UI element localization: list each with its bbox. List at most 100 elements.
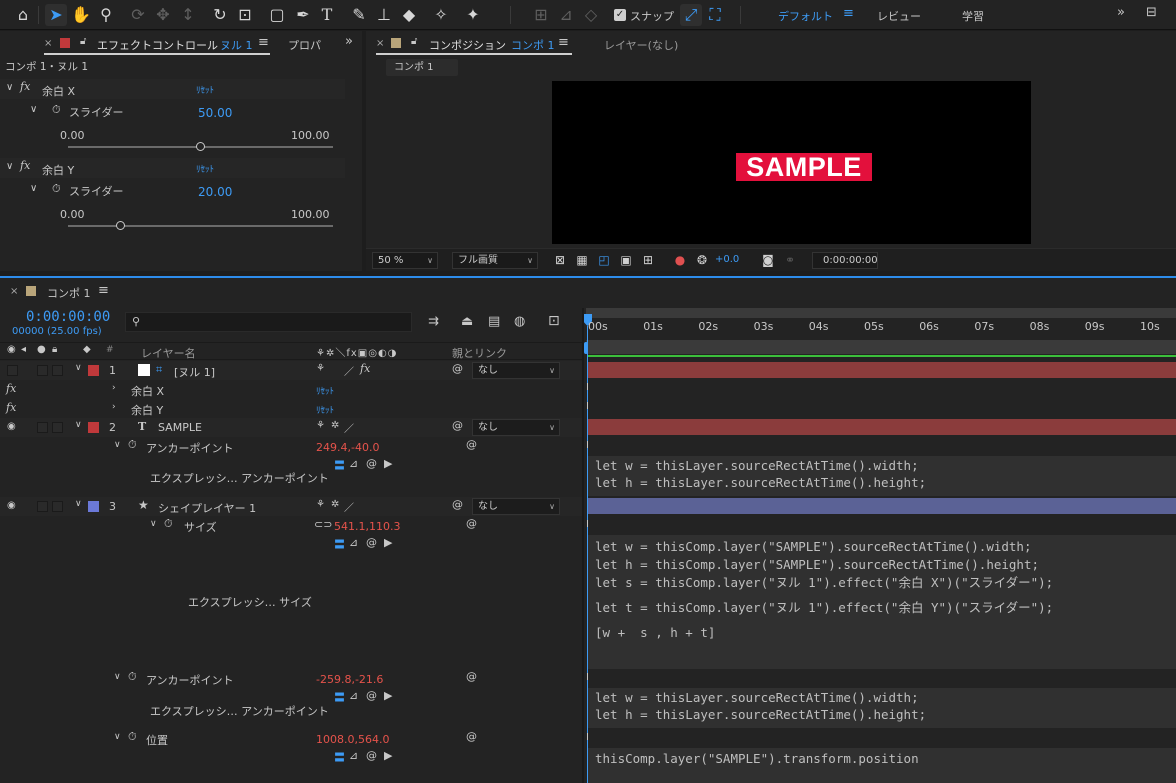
current-time-field[interactable]: 0:00:00:00 [812, 252, 878, 269]
property-row-position[interactable]: ∨ ⏱ 位置 1008.0,564.0 @ [0, 729, 582, 748]
expression-text[interactable]: let w = thisLayer.sourceRectAtTime().wid… [595, 690, 926, 722]
snap-features-icon[interactable]: ⛶ [704, 4, 726, 26]
stopwatch-icon[interactable]: ⏱ [52, 103, 61, 117]
expand-chevron-icon[interactable]: › [112, 383, 116, 393]
property-value[interactable]: 1008.0,564.0 [316, 733, 389, 746]
tab-timeline-comp[interactable]: コンポ 1 [47, 285, 91, 301]
fx-icon[interactable]: fx [20, 80, 30, 93]
layer-bar-null[interactable] [588, 362, 1176, 378]
panel-menu-icon[interactable]: ≡ [558, 35, 569, 50]
quality-switch-icon[interactable]: ／ [344, 420, 354, 435]
pickwhip-icon[interactable]: @ [452, 498, 463, 511]
layer-row-shape[interactable]: ◉ ∨ 3 ★ シェイプレイヤー 1 ⚘ ✲ ／ @ なし ∨ [0, 497, 582, 516]
reset-link[interactable]: ﾘｾｯﾄ [196, 83, 214, 96]
expression-graph-icon[interactable]: ⊿ [349, 749, 358, 762]
shy-switch-icon[interactable]: ⚘ [316, 499, 325, 510]
stopwatch-icon[interactable]: ⏱ [128, 670, 137, 684]
pickwhip-icon[interactable]: @ [466, 517, 477, 530]
search-help-icon[interactable]: ⊟ [1146, 5, 1157, 20]
snap-edges-icon[interactable]: ⤢ [680, 4, 702, 26]
tab-comp-name[interactable]: コンポ 1 [511, 37, 555, 53]
label-tag-icon[interactable]: ◆ [83, 344, 91, 355]
mask-visibility-icon[interactable]: ◰ [596, 253, 612, 268]
transparency-grid-icon[interactable]: ▦ [574, 253, 590, 268]
axis-world-icon[interactable]: ⊿ [555, 4, 577, 26]
fast-preview-icon[interactable]: ⊠ [552, 253, 568, 268]
fx-icon[interactable]: fx [20, 159, 30, 172]
expand-chevron-icon[interactable]: ∨ [114, 440, 121, 450]
effect-row-margin-x[interactable]: fx › 余白 X ﾘｾｯﾄ [0, 380, 582, 399]
rotation-tool-icon[interactable]: ↻ [209, 4, 231, 26]
roto-brush-icon[interactable]: ✧ [430, 4, 452, 26]
property-row-anchor[interactable]: ∨ ⏱ アンカーポイント 249.4,-40.0 @ [0, 437, 582, 456]
motion-blur-icon[interactable]: ◍ [514, 314, 525, 329]
expand-chevron-icon[interactable]: ∨ [114, 732, 121, 742]
shy-switch-icon[interactable]: ⚘ [316, 420, 325, 431]
snap-checkbox[interactable]: ✓ [614, 9, 626, 21]
axis-local-icon[interactable]: ⊞ [530, 4, 552, 26]
expression-enable-icon[interactable]: 〓 [334, 749, 345, 765]
visibility-eye-icon[interactable]: ◉ [7, 500, 16, 511]
link-icon[interactable]: ⊂⊃ [314, 518, 332, 531]
layer-row-sample[interactable]: ◉ ∨ 2 T SAMPLE ⚘ ✲ ／ @ なし ∨ [0, 418, 582, 437]
work-area-bar[interactable] [586, 308, 1176, 318]
selection-tool-icon[interactable]: ➤ [45, 4, 67, 26]
draft-3d-icon[interactable]: ⏏ [461, 314, 473, 329]
slider-track[interactable] [68, 225, 333, 227]
pan-camera-icon[interactable]: ✥ [152, 4, 174, 26]
lock-icon[interactable]: 🔓︎ [411, 36, 417, 47]
composition-viewer[interactable]: SAMPLE [552, 81, 1031, 244]
expand-chevron-icon[interactable]: ∨ [30, 183, 37, 194]
type-tool-icon[interactable]: T [316, 4, 338, 26]
stopwatch-icon[interactable]: ⏱ [52, 182, 61, 196]
layer-name[interactable]: [ヌル 1] [174, 364, 215, 380]
property-value[interactable]: 541.1,110.3 [334, 520, 400, 533]
flowchart-comp-tab[interactable]: コンポ 1 [386, 59, 458, 76]
rectangle-tool-icon[interactable]: ▢ [266, 4, 288, 26]
expression-graph-icon[interactable]: ⊿ [349, 689, 358, 702]
collapse-switch-icon[interactable]: ✲ [331, 499, 339, 510]
label-color[interactable] [88, 501, 99, 512]
expand-chevron-icon[interactable]: ∨ [150, 519, 157, 529]
stopwatch-icon[interactable]: ⏱ [128, 438, 137, 452]
layer-name-header[interactable]: レイヤー名 [141, 345, 196, 361]
graph-editor-icon[interactable]: ⊡ [548, 313, 560, 329]
fx-icon[interactable]: fx [6, 401, 16, 414]
slider-value[interactable]: 20.00 [198, 185, 232, 199]
expand-chevron-icon[interactable]: ∨ [75, 363, 82, 373]
property-value[interactable]: -259.8,-21.6 [316, 673, 383, 686]
tab-effect-layer[interactable]: ヌル 1 [220, 37, 253, 53]
expand-chevron-icon[interactable]: ∨ [75, 499, 82, 509]
slider-value[interactable]: 50.00 [198, 106, 232, 120]
expand-chevron-icon[interactable]: ∨ [6, 82, 13, 93]
more-workspaces-icon[interactable]: » [1117, 5, 1125, 20]
expression-language-icon[interactable]: ▶ [384, 689, 392, 702]
layer-row-null[interactable]: ∨ 1 ⌗ [ヌル 1] ⚘ ／ fx @ なし ∨ [0, 361, 582, 380]
quality-switch-icon[interactable]: ／ [344, 499, 354, 514]
home-icon[interactable]: ⌂ [12, 4, 34, 26]
layer-name[interactable]: SAMPLE [158, 421, 202, 434]
workspace-review[interactable]: レビュー [877, 8, 921, 24]
fx-icon[interactable]: fx [6, 382, 16, 395]
effect-row-margin-y[interactable]: fx › 余白 Y ﾘｾｯﾄ [0, 399, 582, 418]
shy-switch-icon[interactable]: ⚘ [316, 363, 325, 374]
workspace-learn[interactable]: 学習 [962, 8, 984, 24]
expression-pickwhip-icon[interactable]: @ [366, 536, 377, 549]
property-row-size[interactable]: ∨ ⏱ サイズ ⊂⊃ 541.1,110.3 @ [0, 516, 582, 535]
expression-text[interactable]: let w = thisLayer.sourceRectAtTime().wid… [595, 458, 926, 490]
tab-properties[interactable]: プロパ [288, 37, 321, 53]
region-of-interest-icon[interactable]: ▣ [618, 253, 634, 268]
expression-text[interactable]: thisComp.layer("SAMPLE").transform.posit… [595, 751, 919, 766]
close-tab-icon[interactable]: × [376, 38, 384, 49]
pickwhip-icon[interactable]: @ [466, 730, 477, 743]
tab-effect-controls[interactable]: エフェクトコントロール [97, 37, 218, 53]
brush-tool-icon[interactable]: ✎ [348, 4, 370, 26]
pickwhip-icon[interactable]: @ [466, 670, 477, 683]
work-area-start[interactable] [584, 342, 588, 354]
zoom-tool-icon[interactable]: ⚲ [95, 4, 117, 26]
expression-pickwhip-icon[interactable]: @ [366, 749, 377, 762]
tab-layer[interactable]: レイヤー(なし) [604, 37, 678, 53]
solo-switch-icon[interactable]: ● [37, 344, 46, 355]
stopwatch-icon[interactable]: ⏱ [128, 730, 137, 744]
expression-language-icon[interactable]: ▶ [384, 536, 392, 549]
